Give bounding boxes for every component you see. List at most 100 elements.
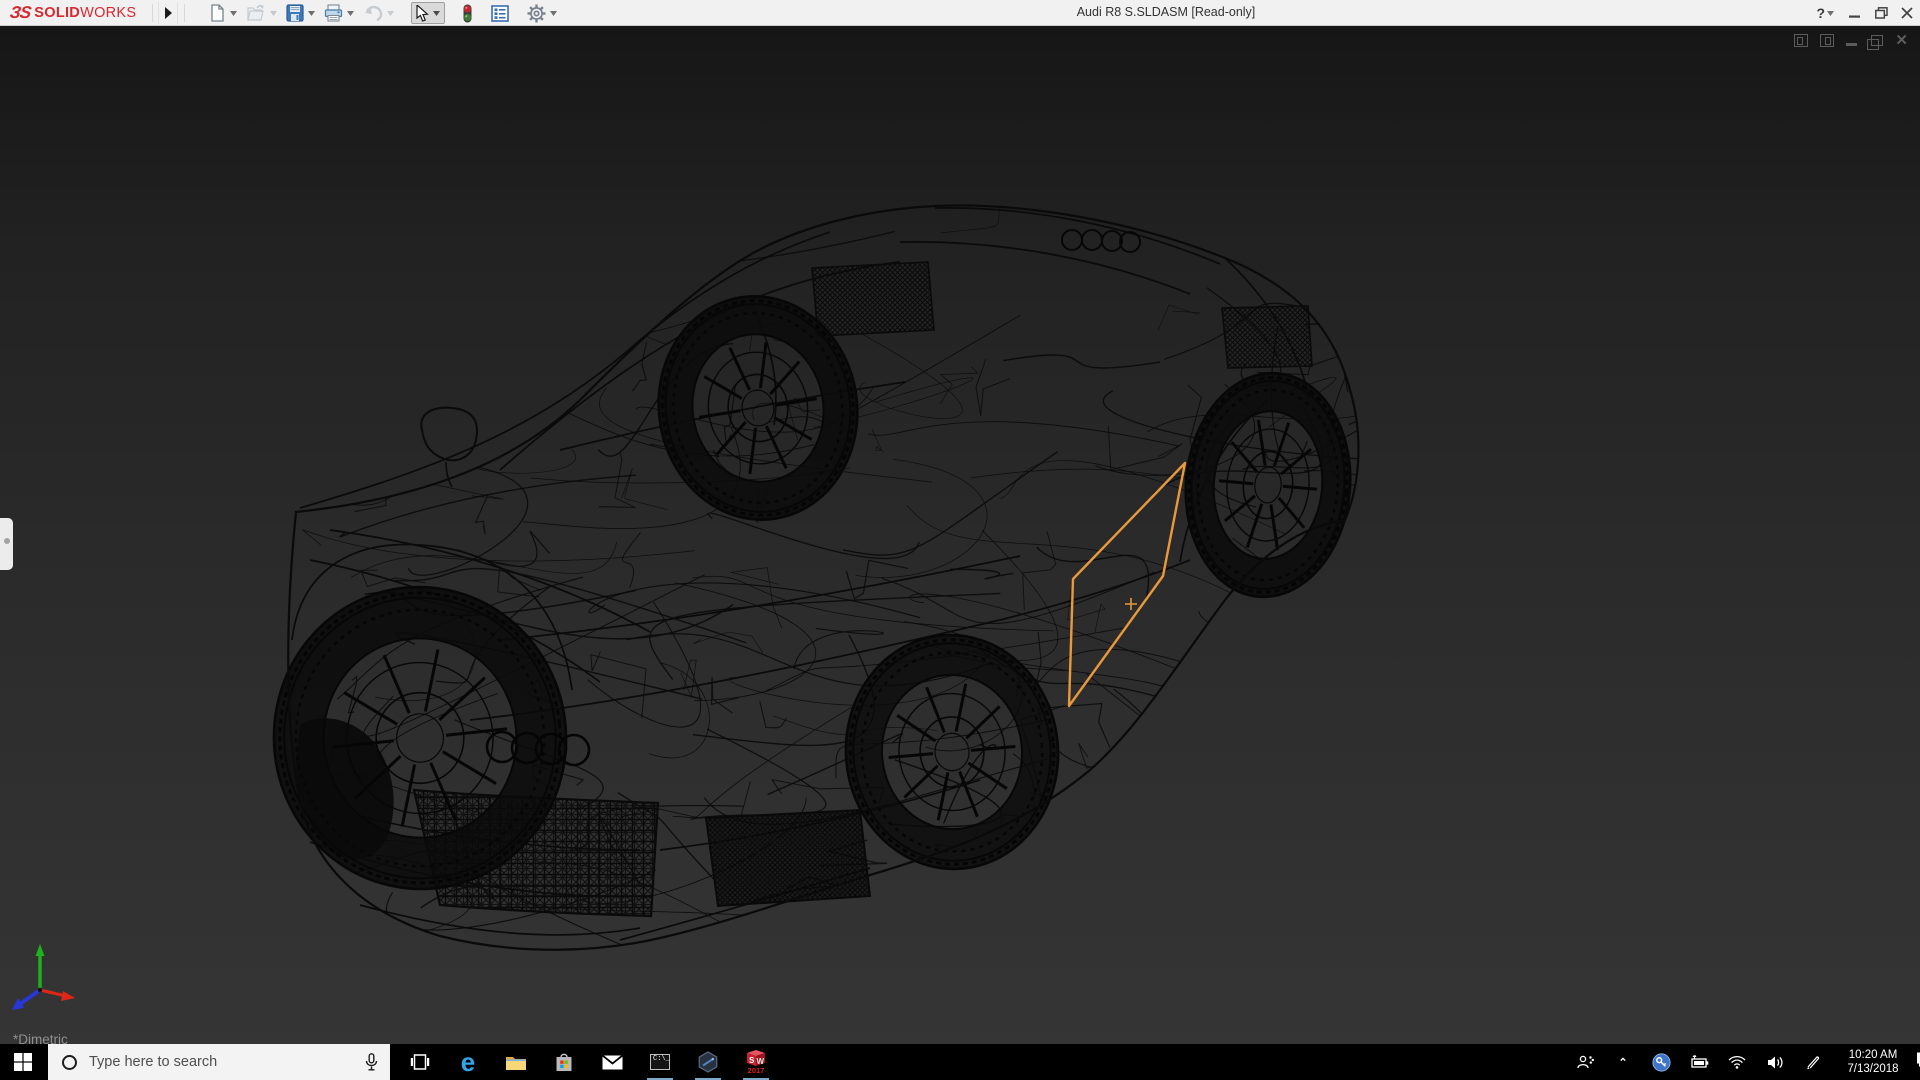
command-prompt-icon: C:\_ <box>650 1054 670 1070</box>
select-tool-button[interactable] <box>411 2 445 24</box>
doc-minimize-icon[interactable] <box>1846 43 1857 46</box>
solidworks-2017-icon: S W 2017 <box>744 1049 768 1075</box>
select-cursor-icon <box>416 5 429 22</box>
reference-triad <box>12 944 75 1010</box>
options-button[interactable] <box>526 2 558 24</box>
rebuild-traffic-light-button[interactable] <box>461 2 474 24</box>
close-icon <box>1901 7 1913 19</box>
open-folder-icon <box>246 4 266 22</box>
dropdown-caret-icon[interactable] <box>347 11 354 16</box>
dropdown-caret-icon[interactable] <box>308 11 315 16</box>
chevron-up-icon: ⌃ <box>1618 1056 1627 1069</box>
show-left-pane-icon[interactable] <box>1794 34 1808 47</box>
solidworks-3ds-mark-icon: ЗS <box>9 3 32 23</box>
composer-hexagon-icon <box>697 1051 719 1073</box>
cortana-icon[interactable] <box>62 1055 77 1070</box>
system-tray: ⌃ <box>1566 1044 1832 1080</box>
command-prompt-button[interactable]: C:\_ <box>636 1044 684 1080</box>
menu-expand-button[interactable] <box>158 2 178 24</box>
restore-button[interactable] <box>1868 0 1894 26</box>
file-explorer-icon <box>505 1054 527 1071</box>
edge-icon: e <box>461 1049 475 1075</box>
dropdown-caret-icon[interactable] <box>270 11 277 16</box>
doc-restore-icon[interactable] <box>1871 35 1883 46</box>
store-button[interactable] <box>540 1044 588 1080</box>
pen-icon <box>1805 1054 1821 1070</box>
task-pane-list-icon <box>491 5 509 22</box>
people-button[interactable] <box>1566 1055 1604 1070</box>
microphone-icon[interactable] <box>365 1053 378 1071</box>
brand-solid-text: SOLID <box>34 5 80 21</box>
volume-button[interactable] <box>1756 1055 1794 1070</box>
feature-manager-collapsed-tab[interactable] <box>0 518 13 570</box>
svg-text:W: W <box>757 1057 765 1066</box>
dropdown-caret-icon[interactable] <box>433 11 440 16</box>
search-placeholder[interactable]: Type here to search <box>89 1054 365 1070</box>
show-right-pane-icon[interactable] <box>1820 34 1834 47</box>
help-caret-icon[interactable] <box>1827 11 1834 16</box>
new-document-button[interactable] <box>208 2 238 24</box>
action-center-button[interactable]: 2 <box>1915 1051 1920 1074</box>
restore-icon <box>1875 7 1888 19</box>
undo-arrow-icon <box>363 5 383 21</box>
traffic-light-icon <box>462 4 473 23</box>
selection-cross-marker <box>1125 598 1137 610</box>
network-key-icon <box>1652 1053 1671 1072</box>
taskbar-apps: e <box>396 1044 780 1080</box>
gear-icon <box>527 4 546 23</box>
close-button[interactable] <box>1894 0 1920 26</box>
minimize-button[interactable] <box>1842 0 1868 26</box>
new-document-icon <box>209 4 226 22</box>
brand-works-text: WORKS <box>80 5 136 21</box>
action-center-icon <box>1915 1051 1920 1069</box>
help-button[interactable]: ? <box>1816 5 1825 21</box>
wifi-button[interactable] <box>1718 1055 1756 1069</box>
graphics-viewport[interactable]: ✕ *Dimetric <box>0 26 1920 1044</box>
mail-button[interactable] <box>588 1044 636 1080</box>
panel-tab-dot-icon <box>4 538 10 544</box>
save-floppy-icon <box>286 4 304 22</box>
task-view-button[interactable] <box>396 1044 444 1080</box>
edge-button[interactable]: e <box>444 1044 492 1080</box>
document-window-controls: ✕ <box>1794 34 1908 47</box>
minimize-icon <box>1849 7 1861 19</box>
taskbar-search-box[interactable]: Type here to search <box>48 1044 390 1080</box>
window-controls: ? <box>1816 0 1920 26</box>
solidworks-logo: ЗS SOLIDWORKS <box>10 3 136 23</box>
dropdown-caret-icon[interactable] <box>550 11 557 16</box>
taskbar-clock[interactable]: 10:20 AM 7/13/2018 <box>1840 1048 1906 1076</box>
save-button[interactable] <box>285 2 316 24</box>
document-title: Audi R8 S.SLDASM [Read-only] <box>1077 5 1256 19</box>
wifi-icon <box>1728 1055 1746 1069</box>
sw-letter-s: S <box>749 1056 755 1065</box>
clock-time: 10:20 AM <box>1840 1048 1906 1062</box>
start-button[interactable] <box>10 1052 36 1072</box>
open-document-button[interactable] <box>245 2 278 24</box>
solidworks-window: ЗS SOLIDWORKS <box>0 0 1920 1080</box>
main-toolbar <box>208 1 565 25</box>
windows-ink-button[interactable] <box>1794 1054 1832 1070</box>
volume-icon <box>1767 1055 1784 1070</box>
undo-button[interactable] <box>362 2 395 24</box>
doc-close-icon[interactable]: ✕ <box>1895 34 1908 47</box>
solidworks-taskbar-button[interactable]: S W 2017 <box>732 1044 780 1080</box>
people-icon <box>1577 1055 1594 1070</box>
windows-taskbar: Type here to search e <box>0 1044 1920 1080</box>
store-icon <box>555 1053 573 1072</box>
hidden-icons-button[interactable]: ⌃ <box>1604 1056 1642 1069</box>
print-button[interactable] <box>323 2 355 24</box>
battery-charging-icon <box>1689 1055 1709 1069</box>
network-key-button[interactable] <box>1642 1053 1680 1072</box>
dropdown-caret-icon[interactable] <box>387 11 394 16</box>
clock-date: 7/13/2018 <box>1840 1062 1906 1076</box>
composer-button[interactable] <box>684 1044 732 1080</box>
dropdown-caret-icon[interactable] <box>230 11 237 16</box>
menu-expand-arrow-icon <box>164 7 173 19</box>
file-explorer-button[interactable] <box>492 1044 540 1080</box>
sw-letter-w: W <box>757 1057 765 1066</box>
battery-button[interactable] <box>1680 1055 1718 1069</box>
task-pane-button[interactable] <box>490 2 510 24</box>
wireframe-car-model[interactable] <box>0 26 1920 1044</box>
printer-icon <box>324 4 343 22</box>
mail-icon <box>602 1055 623 1070</box>
